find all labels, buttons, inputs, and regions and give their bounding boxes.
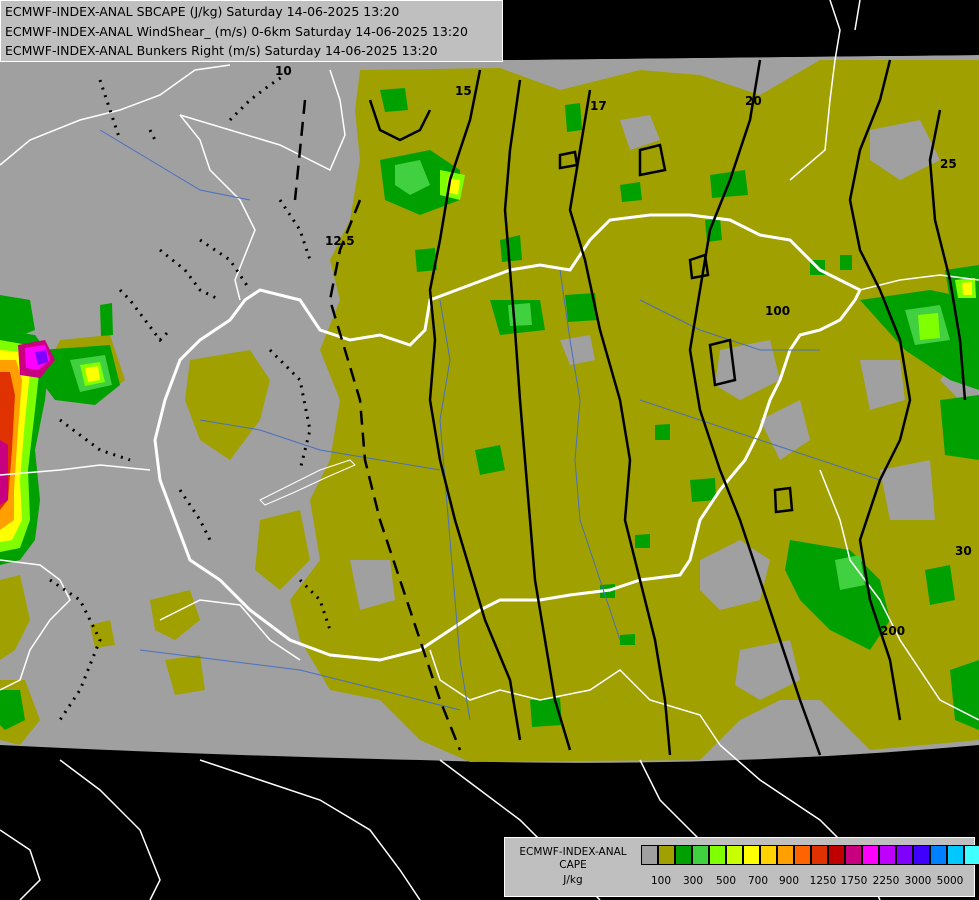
contour-label-windshear: 25 — [940, 157, 957, 171]
legend-swatch — [862, 845, 879, 865]
contour-label-windshear: 17 — [590, 99, 607, 113]
legend-swatch — [760, 845, 777, 865]
legend-swatch — [845, 845, 862, 865]
legend-swatches — [641, 845, 979, 867]
contour-label-windshear: 20 — [745, 94, 762, 108]
contour-label-cape: 100 — [765, 304, 790, 318]
legend-swatch — [794, 845, 811, 865]
legend-tick-label: 100 — [650, 875, 672, 887]
contour-label-windshear: 30 — [955, 544, 972, 558]
legend-swatch — [811, 845, 828, 865]
legend-tick-label: 900 — [778, 875, 800, 887]
legend-tick-label: 300 — [682, 875, 704, 887]
legend-tick-label: 1750 — [840, 875, 868, 887]
legend-swatch — [641, 845, 658, 865]
legend-tick-label: 3000 — [904, 875, 932, 887]
legend-swatch — [709, 845, 726, 865]
contour-label-windshear: 10 — [275, 64, 292, 78]
legend-tick-label: 500 — [715, 875, 737, 887]
contour-label-windshear: 15 — [455, 84, 472, 98]
legend-swatch — [658, 845, 675, 865]
contour-label-windshear: 12.5 — [325, 234, 355, 248]
cape-legend: ECMWF-INDEX-ANAL CAPE J/kg 100 300 500 700 9… — [504, 837, 979, 897]
map-title-box: ECMWF-INDEX-ANAL SBCAPE (J/kg) Saturday … — [0, 0, 503, 62]
legend-swatch — [947, 845, 964, 865]
weather-map: 10 12.5 15 17 20 25 30 100 200 — [0, 0, 979, 900]
legend-swatch — [930, 845, 947, 865]
title-windshear: ECMWF-INDEX-ANAL WindShear_ (m/s) 0-6km … — [5, 24, 468, 39]
legend-swatch — [879, 845, 896, 865]
title-bunkers: ECMWF-INDEX-ANAL Bunkers Right (m/s) Sat… — [5, 43, 438, 58]
legend-model: ECMWF-INDEX-ANAL — [519, 846, 627, 858]
legend-swatch — [913, 845, 930, 865]
legend-swatch — [743, 845, 760, 865]
legend-unit: J/kg — [563, 874, 583, 886]
title-sbcape: ECMWF-INDEX-ANAL SBCAPE (J/kg) Saturday … — [5, 4, 400, 19]
outside-domain-top — [503, 0, 979, 60]
legend-field: CAPE — [559, 859, 587, 871]
legend-tick-label: 2250 — [872, 875, 900, 887]
legend-tick-label: 1250 — [809, 875, 837, 887]
legend-tick-label: 700 — [747, 875, 769, 887]
legend-swatch — [777, 845, 794, 865]
legend-swatch — [675, 845, 692, 865]
legend-tick-label: 5000 — [936, 875, 964, 887]
contour-label-cape: 200 — [880, 624, 905, 638]
legend-swatch — [692, 845, 709, 865]
legend-swatch — [896, 845, 913, 865]
legend-title: ECMWF-INDEX-ANAL CAPE J/kg — [509, 846, 637, 887]
legend-ticks: 100 300 500 700 900 1250 1750 2250 3000 5000 — [641, 875, 971, 889]
legend-swatch — [964, 845, 979, 865]
legend-swatch — [726, 845, 743, 865]
legend-swatch — [828, 845, 845, 865]
